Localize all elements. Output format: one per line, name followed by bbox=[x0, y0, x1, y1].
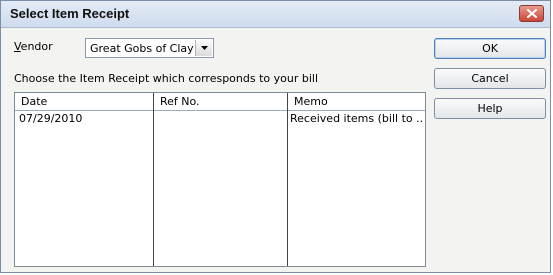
ok-button[interactable]: OK bbox=[434, 38, 546, 59]
cell-memo: Received items (bill to ... bbox=[290, 112, 424, 125]
vendor-label: Vendor bbox=[14, 40, 53, 53]
table-header: Date Ref No. Memo bbox=[15, 93, 425, 111]
select-item-receipt-dialog: Select Item Receipt Vendor Great Gobs of… bbox=[0, 0, 551, 273]
vendor-label-rest: endor bbox=[20, 40, 53, 53]
vendor-dropdown[interactable]: Great Gobs of Clay bbox=[85, 38, 214, 58]
item-receipt-table[interactable]: Date Ref No. Memo 07/29/2010 Received it… bbox=[14, 92, 426, 267]
column-header-memo[interactable]: Memo bbox=[294, 95, 328, 108]
title-bar[interactable]: Select Item Receipt bbox=[1, 1, 550, 28]
close-icon bbox=[526, 9, 537, 18]
column-header-date[interactable]: Date bbox=[21, 95, 47, 108]
instruction-text: Choose the Item Receipt which correspond… bbox=[14, 72, 319, 85]
help-button[interactable]: Help bbox=[434, 98, 546, 119]
chevron-down-icon bbox=[200, 46, 208, 50]
vendor-label-mnemonic: V bbox=[14, 40, 21, 53]
close-button[interactable] bbox=[519, 5, 544, 22]
cell-date: 07/29/2010 bbox=[19, 112, 83, 125]
vendor-dropdown-button[interactable] bbox=[195, 40, 212, 56]
cancel-button[interactable]: Cancel bbox=[434, 68, 546, 89]
table-row[interactable]: 07/29/2010 Received items (bill to ... bbox=[15, 111, 425, 127]
window-title: Select Item Receipt bbox=[10, 6, 130, 21]
column-header-ref-no[interactable]: Ref No. bbox=[160, 95, 200, 108]
vendor-value: Great Gobs of Clay bbox=[90, 42, 194, 55]
